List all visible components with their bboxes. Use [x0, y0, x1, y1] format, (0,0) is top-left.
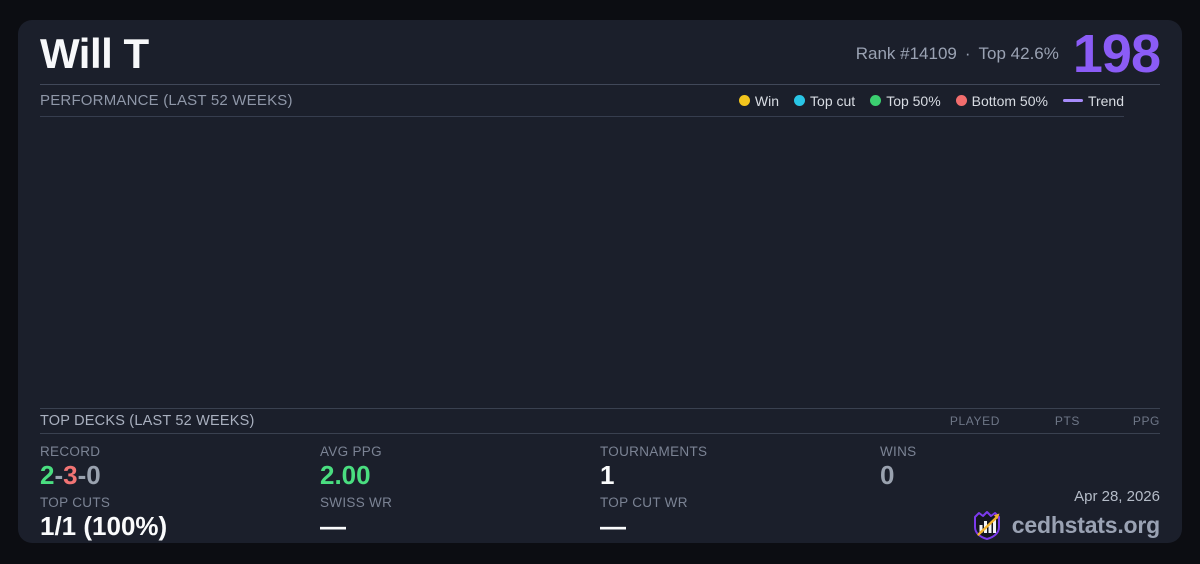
legend-item-trend: Trend [1062, 92, 1124, 109]
generated-date: Apr 28, 2026 [1074, 488, 1160, 506]
performance-section-title: PERFORMANCE (LAST 52 WEEKS) [40, 92, 293, 109]
legend-label-trend: Trend [1087, 92, 1124, 109]
top-cut-dot-icon [794, 95, 806, 106]
watermark: Apr 28, 2026 cedhstats.org [970, 488, 1160, 542]
wins-value: 0 [880, 460, 895, 490]
legend-item-top-cut: Top cut [794, 93, 855, 109]
player-stats-card: Will T Rank #14109 · Top 42.6% 198 PERFO… [18, 20, 1182, 543]
top-cuts-label: TOP CUTS [40, 494, 111, 510]
header-right: Rank #14109 · Top 42.6% 198 [856, 23, 1161, 84]
stats-section: RECORD 2-3-0 TOP CUTS 1/1 (100%) AVG PPG… [40, 434, 1160, 543]
record-value: 2-3-0 [40, 461, 320, 490]
top-decks-section-title: TOP DECKS (LAST 52 WEEKS) [40, 413, 255, 429]
cedhstats-logo-icon [973, 511, 1000, 541]
legend-item-bottom50: Bottom 50% [955, 92, 1048, 109]
rank-text: Rank #14109 · Top 42.6% [856, 44, 1059, 64]
player-name: Will T [40, 30, 149, 77]
record-draws: 0 [86, 460, 101, 490]
legend-label-bottom50: Bottom 50% [971, 92, 1048, 109]
avg-ppg-value: 2.00 [320, 460, 371, 490]
tournaments-value: 1 [600, 460, 615, 490]
top50-dot-icon [870, 95, 882, 106]
record-wins: 2 [40, 460, 55, 490]
record-losses: 3 [63, 460, 78, 490]
chart-legend: Win Top cut Top 50% Bottom 50% Trend [738, 92, 1124, 109]
performance-chart-plot-area [40, 117, 1160, 408]
player-points: 198 [1072, 23, 1161, 84]
top-cuts-value: 1/1 (100%) [40, 510, 168, 541]
legend-label-top-cut: Top cut [810, 92, 856, 109]
stat-column-tournaments: TOURNAMENTS 1 TOP CUT WR — [600, 442, 880, 543]
record-label: RECORD [40, 444, 101, 459]
column-header-played: PLAYED [949, 414, 1000, 428]
stat-column-record: RECORD 2-3-0 TOP CUTS 1/1 (100%) [40, 442, 320, 543]
performance-header-row: PERFORMANCE (LAST 52 WEEKS) Win Top cut … [40, 85, 1124, 117]
column-header-pts: PTS [1054, 414, 1080, 428]
legend-label-top50: Top 50% [886, 92, 941, 109]
top-cut-wr-label: TOP CUT WR [600, 494, 688, 510]
rank-separator: · [964, 44, 971, 63]
brand-row: cedhstats.org [970, 508, 1160, 542]
avg-ppg-label: AVG PPG [320, 444, 382, 459]
top-percent: Top 42.6% [978, 44, 1059, 63]
stat-column-ppg: AVG PPG 2.00 SWISS WR — [320, 442, 600, 543]
record-sep-1: - [54, 460, 64, 490]
trend-line-icon [1062, 99, 1083, 102]
legend-item-win: Win [738, 92, 780, 109]
legend-item-top50: Top 50% [870, 92, 941, 109]
record-sep-2: - [77, 460, 87, 490]
top-cut-wr-value: — [600, 510, 626, 541]
site-name: cedhstats.org [1011, 511, 1160, 538]
win-dot-icon [738, 95, 750, 106]
top-decks-header-row: TOP DECKS (LAST 52 WEEKS) PLAYED PTS PPG [40, 408, 1160, 434]
top-decks-column-headers: PLAYED PTS PPG [920, 414, 1160, 428]
swiss-wr-label: SWISS WR [320, 494, 393, 510]
bottom50-dot-icon [955, 95, 967, 106]
column-header-ppg: PPG [1132, 414, 1160, 428]
legend-label-win: Win [754, 92, 780, 109]
rank-number: Rank #14109 [855, 44, 957, 63]
card-header: Will T Rank #14109 · Top 42.6% 198 [40, 20, 1161, 85]
tournaments-label: TOURNAMENTS [600, 444, 708, 459]
swiss-wr-value: — [320, 510, 346, 541]
wins-label: WINS [880, 444, 917, 459]
